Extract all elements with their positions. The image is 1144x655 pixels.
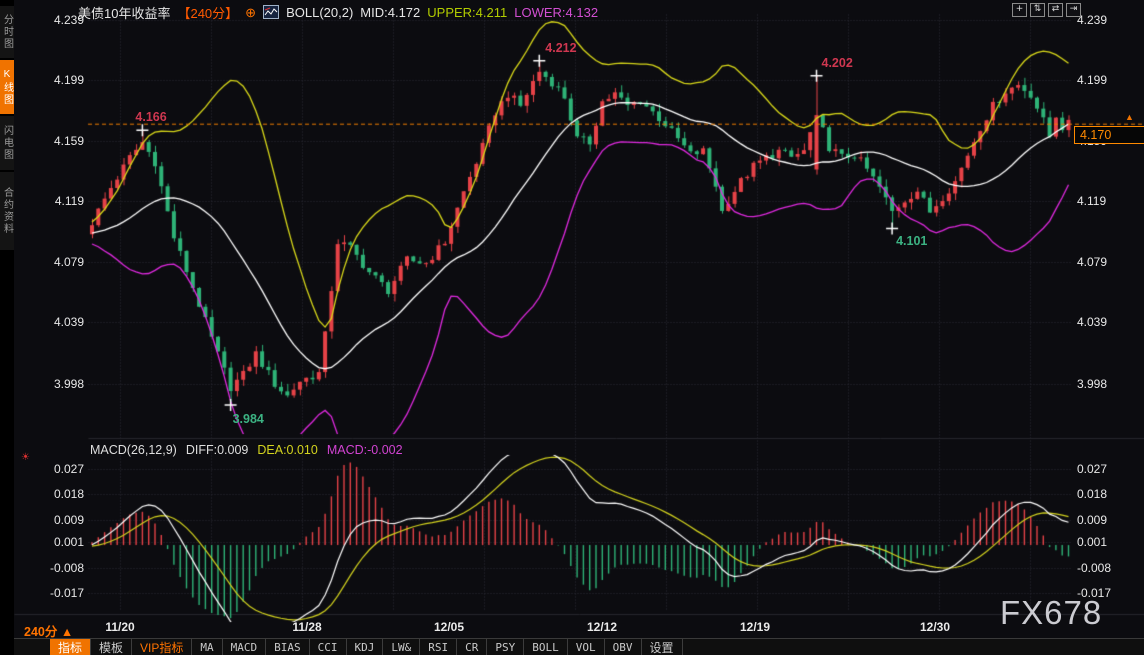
axis-pan-icon[interactable]: ⇄ (1048, 3, 1063, 17)
sidebar-tab-flash-chart[interactable]: 闪电图 (0, 116, 14, 170)
price-annotation: 4.202 (822, 56, 853, 70)
x-axis-date-label: 11/28 (292, 620, 321, 634)
y-axis-label-left: 4.199 (20, 73, 84, 87)
toolbar-item-settings[interactable]: 设置 (642, 639, 683, 655)
y-axis-label-left: 4.119 (20, 194, 84, 208)
app-window: 分时图 K线图闪电图合约资料 美债10年收益率 【240分】 ⊕ BOLL(20,… (0, 0, 1144, 655)
y-axis-label-right: 0.018 (1077, 487, 1141, 501)
sidebar-tab-contract-info[interactable]: 合约资料 (0, 172, 14, 250)
macd-dea-value: DEA:0.010 (257, 443, 317, 457)
toolbar-item-psy[interactable]: PSY (487, 639, 524, 655)
price-annotation: 4.212 (545, 41, 576, 55)
sidebar-tab-kline-chart[interactable]: K线图 (0, 60, 14, 114)
toolbar-item-rsi[interactable]: RSI (420, 639, 457, 655)
x-axis-date-label: 12/19 (740, 620, 770, 634)
toolbar-item-obv[interactable]: OBV (605, 639, 642, 655)
move-icon[interactable]: + (1012, 3, 1027, 17)
macd-formula: MACD(26,12,9) (90, 443, 177, 457)
y-axis-label-right: 4.239 (1077, 13, 1141, 27)
price-annotation: 4.101 (896, 234, 927, 248)
chart-header: 美债10年收益率 【240分】 ⊕ BOLL(20,2) MID:4.172 U… (78, 4, 598, 20)
y-axis-label-left: 0.027 (20, 462, 84, 476)
y-axis-label-left: 3.998 (20, 377, 84, 391)
axis-zoom-icon[interactable]: ⇅ (1030, 3, 1045, 17)
toolbar-item-vol[interactable]: VOL (568, 639, 605, 655)
y-axis-label-right: 4.119 (1077, 194, 1141, 208)
watermark: FX678 (1000, 594, 1102, 632)
mini-chart-icon[interactable] (263, 5, 279, 19)
y-axis-label-left: 4.079 (20, 255, 84, 269)
circle-plus-icon[interactable]: ⊕ (245, 6, 256, 19)
y-axis-label-left: -0.008 (20, 561, 84, 575)
boll-mid-value: MID:4.172 (360, 5, 420, 20)
y-axis-label-left: 4.039 (20, 315, 84, 329)
macd-marker-icon: ☀ (21, 452, 30, 463)
toolbar-item-bias[interactable]: BIAS (266, 639, 310, 655)
chart-type-sidebar: 分时图 K线图闪电图合约资料 (0, 0, 14, 655)
snap-right-icon[interactable]: ⇥ (1066, 3, 1081, 17)
price-annotation: 4.166 (135, 110, 166, 124)
chart-tool-buttons: +⇅⇄⇥ (1012, 3, 1081, 17)
toolbar-item-boll[interactable]: BOLL (524, 639, 568, 655)
period-selector-label: 240分 (24, 625, 57, 639)
current-price-tag[interactable]: 4.170 (1074, 126, 1144, 144)
chart-canvas[interactable] (0, 0, 1144, 655)
y-axis-label-right: 4.199 (1077, 73, 1141, 87)
y-axis-label-left: 0.001 (20, 535, 84, 549)
boll-lower-value: LOWER:4.132 (514, 5, 598, 20)
x-axis-date-label: 12/30 (920, 620, 950, 634)
toolbar-item-indicators[interactable]: 指标 (50, 639, 91, 655)
toolbar-item-cr[interactable]: CR (457, 639, 487, 655)
price-annotation: 3.984 (233, 412, 264, 426)
toolbar-item-vip-indicators[interactable]: VIP指标 (132, 639, 192, 655)
indicator-toolbar: 指标模板VIP指标MAMACDBIASCCIKDJLW&RSICRPSYBOLL… (14, 638, 1144, 655)
y-axis-label-right: 0.001 (1077, 535, 1141, 549)
macd-header: MACD(26,12,9) DIFF:0.009 DEA:0.010 MACD:… (90, 443, 403, 457)
boll-settings-label: BOLL(20,2) (286, 5, 353, 20)
x-axis-date-label: 11/20 (105, 620, 134, 634)
toolbar-item-macd[interactable]: MACD (223, 639, 267, 655)
price-marker-icon: ▲ (1125, 112, 1134, 122)
period-label: 【240分】 (177, 3, 238, 22)
y-axis-label-left: 0.009 (20, 513, 84, 527)
y-axis-label-left: 0.018 (20, 487, 84, 501)
y-axis-label-left: 4.159 (20, 134, 84, 148)
y-axis-label-right: 0.009 (1077, 513, 1141, 527)
y-axis-label-right: 3.998 (1077, 377, 1141, 391)
sidebar-tab-time-chart[interactable]: 分时图 (0, 6, 14, 58)
period-up-arrow-icon: ▲ (61, 625, 73, 639)
y-axis-label-right: 4.039 (1077, 315, 1141, 329)
toolbar-item-ma[interactable]: MA (192, 639, 222, 655)
instrument-title: 美债10年收益率 (78, 3, 170, 22)
y-axis-label-left: -0.017 (20, 586, 84, 600)
y-axis-label-right: 0.027 (1077, 462, 1141, 476)
toolbar-item-lwr[interactable]: LW& (383, 639, 420, 655)
toolbar-item-cci[interactable]: CCI (310, 639, 347, 655)
macd-diff-value: DIFF:0.009 (186, 443, 249, 457)
toolbar-item-kdj[interactable]: KDJ (347, 639, 384, 655)
macd-macd-value: MACD:-0.002 (327, 443, 403, 457)
boll-upper-value: UPPER:4.211 (427, 5, 507, 20)
x-axis-date-label: 12/05 (434, 620, 464, 634)
x-axis-date-label: 12/12 (587, 620, 617, 634)
y-axis-label-right: -0.008 (1077, 561, 1141, 575)
toolbar-item-templates[interactable]: 模板 (91, 639, 132, 655)
y-axis-label-left: 4.239 (20, 13, 84, 27)
y-axis-label-right: 4.079 (1077, 255, 1141, 269)
